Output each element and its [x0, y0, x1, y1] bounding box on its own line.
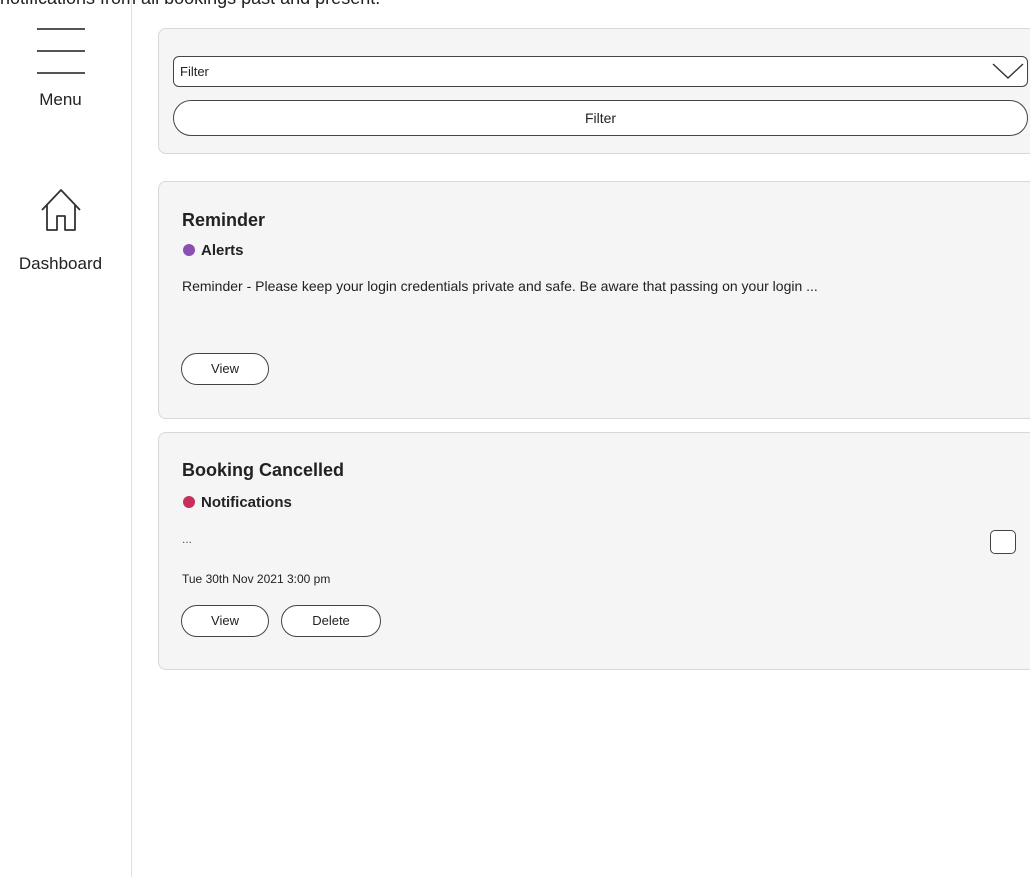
notification-body: ... [182, 532, 193, 546]
category-dot-icon [183, 496, 195, 508]
notification-category: Alerts [183, 242, 244, 259]
notification-card: Booking Cancelled Notifications ... Tue … [158, 432, 1030, 670]
notification-body: Reminder - Please keep your login creden… [182, 278, 818, 294]
sidebar: Menu Dashboard [0, 0, 132, 877]
select-checkbox[interactable] [990, 530, 1016, 554]
chevron-down-icon [991, 60, 1025, 92]
filter-select-value: Filter [180, 64, 209, 79]
notification-title: Reminder [182, 210, 266, 230]
home-icon [0, 186, 131, 234]
notification-title: Booking Cancelled [182, 460, 345, 480]
filter-select[interactable]: Filter [173, 56, 1028, 87]
sidebar-item-label: Dashboard [18, 254, 103, 273]
notification-category: Notifications [183, 494, 292, 511]
view-button[interactable]: View [181, 353, 269, 385]
delete-button[interactable]: Delete [281, 605, 381, 637]
notification-card: Reminder Alerts Reminder - Please keep y… [158, 181, 1030, 419]
hamburger-menu-icon [37, 28, 85, 74]
category-label: Alerts [201, 242, 244, 259]
sidebar-item-menu[interactable]: Menu [0, 22, 131, 110]
sidebar-item-label: Menu [39, 90, 82, 109]
category-label: Notifications [201, 494, 292, 511]
category-dot-icon [183, 244, 195, 256]
filter-panel: Filter Filter [158, 28, 1030, 154]
sidebar-item-dashboard[interactable]: Dashboard [0, 186, 131, 274]
filter-button[interactable]: Filter [173, 100, 1028, 136]
notification-date: Tue 30th Nov 2021 3:00 pm [182, 572, 331, 586]
view-button[interactable]: View [181, 605, 269, 637]
